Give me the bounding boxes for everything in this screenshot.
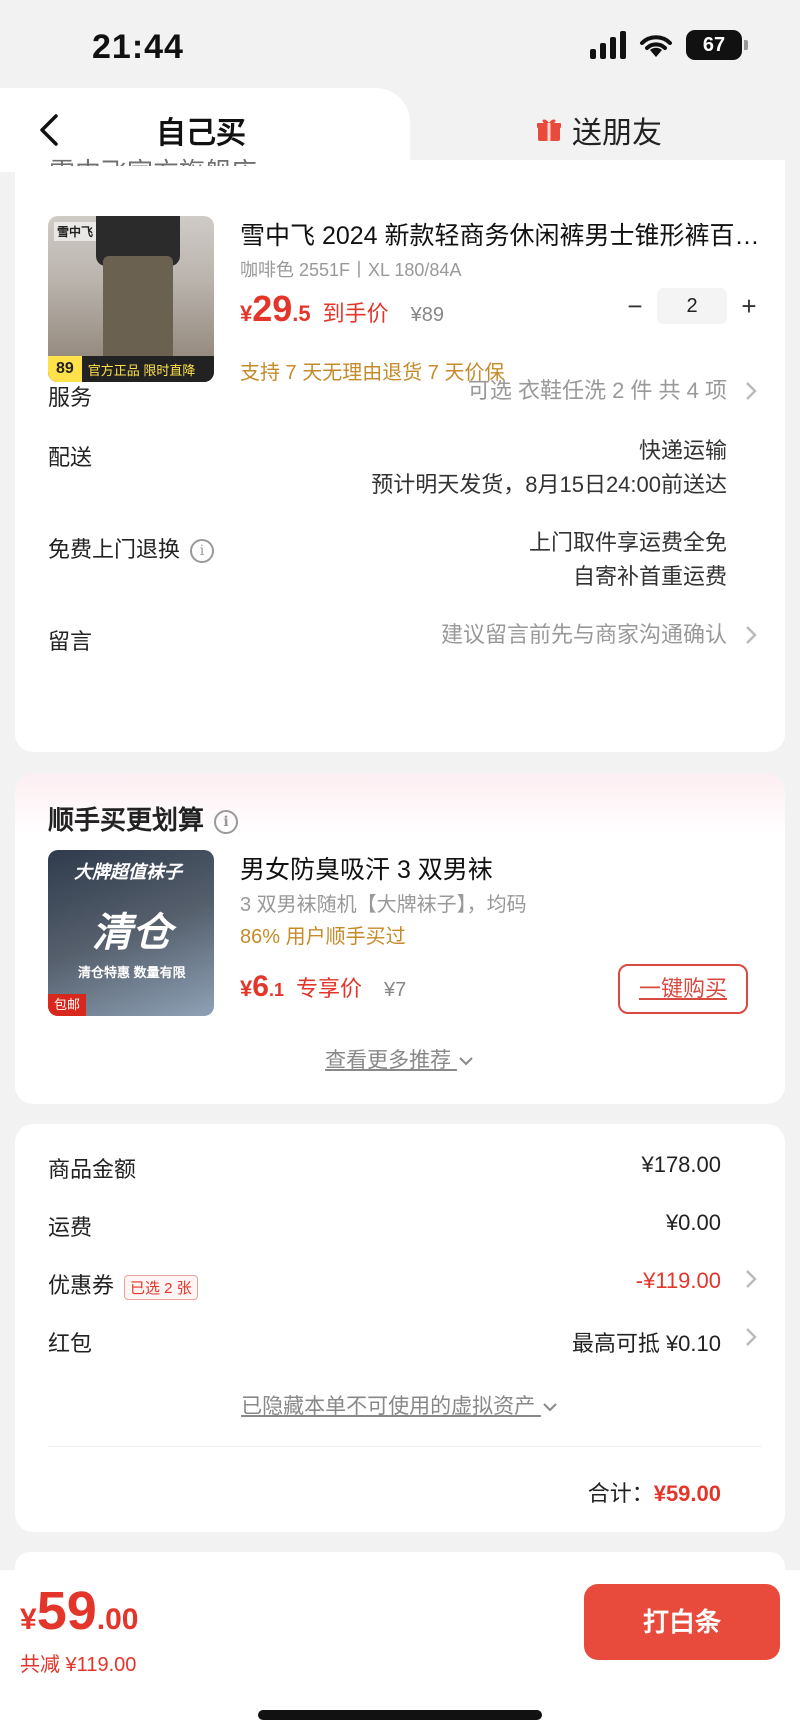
price-label: 到手价	[322, 301, 389, 326]
price-integer: 59	[36, 1581, 97, 1641]
total-label: 合计：	[587, 1481, 654, 1506]
coupon-label: 优惠券 已选 2 张	[48, 1268, 198, 1300]
total-saved: 共减 ¥119.00	[20, 1654, 137, 1676]
return-selfsend: 自寄补首重运费	[572, 564, 727, 589]
order-total: 合计：¥59.00	[588, 1476, 721, 1508]
thumb-line2: 清仓	[92, 911, 172, 955]
message-input[interactable]: 建议留言前先与商家沟通确认	[441, 618, 727, 652]
chevron-right-icon[interactable]	[741, 1264, 761, 1294]
shop-name[interactable]: 雪中飞官方旗舰店	[49, 152, 257, 166]
product-sku[interactable]: 咖啡色 2551F丨XL 180/84A	[240, 256, 461, 282]
chevron-down-icon	[543, 1403, 557, 1412]
return-promise: 支持 7 天无理由退货 7 天价保	[240, 362, 505, 384]
info-icon[interactable]: i	[190, 539, 215, 564]
divider	[48, 1446, 761, 1447]
red-packet-value[interactable]: 最高可抵 ¥0.10	[572, 1326, 721, 1358]
product-price: ¥ 29 .5 到手价 ¥89	[240, 288, 444, 330]
signal-icon	[590, 31, 626, 59]
price-decimal: .1	[268, 980, 284, 1000]
checkout-bar: ¥ 59 .00 共减 ¥119.00 打白条	[0, 1570, 800, 1730]
addon-section-title: 顺手买更划算 i	[48, 800, 239, 837]
addon-title[interactable]: 男女防臭吸汗 3 双男袜	[240, 850, 493, 886]
shipping-value: ¥0.00	[665, 1210, 721, 1235]
order-item-card: 雪中飞官方旗舰店 雪中飞 89 官方正品 限时直降 雪中飞 2024 新款轻商务…	[15, 157, 785, 752]
tab-send-friend[interactable]: 送朋友	[536, 108, 662, 152]
thumb-logo: 雪中飞	[54, 222, 97, 241]
status-time: 21:44	[92, 28, 184, 66]
thumb-price: 89	[48, 356, 82, 382]
price-integer: 6	[252, 970, 269, 1003]
price-currency: ¥	[240, 976, 253, 1001]
thumb-tag: 包邮	[48, 994, 87, 1016]
price-summary-card: 商品金额 ¥178.00 运费 ¥0.00 优惠券 已选 2 张 -¥119.00…	[15, 1124, 785, 1532]
increase-quantity-button[interactable]: +	[727, 291, 771, 322]
back-arrow-icon[interactable]	[30, 110, 70, 150]
addon-thumbnail[interactable]: 大牌超值袜子 清仓 清仓特惠 数量有限 包邮	[48, 850, 214, 1016]
thumb-text: 官方正品 限时直降	[87, 362, 196, 378]
product-title[interactable]: 雪中飞 2024 新款轻商务休闲裤男士锥形裤百…	[240, 216, 770, 252]
goods-amount-label: 商品金额	[48, 1157, 137, 1182]
quantity-input[interactable]: 2	[657, 288, 727, 324]
battery-icon: 67	[686, 30, 748, 60]
pay-button[interactable]: 打白条	[584, 1584, 780, 1660]
delivery-method: 快递运输	[638, 438, 727, 463]
price-decimal: .00	[96, 1603, 139, 1636]
return-pickup: 上门取件享运费全免	[528, 530, 727, 555]
red-packet-label: 红包	[48, 1331, 93, 1356]
price-integer: 29	[252, 288, 293, 329]
original-price: ¥89	[410, 304, 445, 326]
wifi-icon	[640, 35, 672, 57]
shipping-label: 运费	[48, 1215, 93, 1240]
goods-amount-value: ¥178.00	[641, 1152, 721, 1177]
chevron-down-icon	[459, 1057, 473, 1066]
more-recommend-text: 查看更多推荐	[325, 1049, 452, 1072]
message-label: 留言	[48, 629, 93, 654]
more-recommend-link[interactable]: 查看更多推荐	[15, 1044, 785, 1074]
coupon-badge: 已选 2 张	[124, 1274, 198, 1300]
decrease-quantity-button[interactable]: −	[613, 291, 657, 322]
chevron-right-icon[interactable]	[741, 376, 761, 406]
info-icon[interactable]: i	[214, 810, 239, 835]
total-value: ¥59.00	[653, 1481, 721, 1506]
thumb-price-bar: 89 官方正品 限时直降	[48, 356, 214, 382]
addon-recommend-card: 顺手买更划算 i 大牌超值袜子 清仓 清仓特惠 数量有限 包邮 男女防臭吸汗 3 …	[15, 774, 785, 1104]
addon-section-text: 顺手买更划算	[48, 805, 205, 835]
thumb-line1: 大牌超值袜子	[74, 862, 182, 882]
status-icons: 67	[590, 30, 748, 60]
service-label: 服务	[48, 385, 93, 410]
delivery-estimate: 预计明天发货，8月15日24:00前送达	[371, 472, 727, 497]
addon-price: ¥ 6 .1 专享价 ¥7	[240, 970, 406, 1004]
price-label: 专享价	[295, 976, 362, 1001]
status-bar: 21:44 67	[0, 0, 800, 92]
price-currency: ¥	[20, 1603, 37, 1636]
one-click-buy-button[interactable]: 一键购买	[618, 964, 748, 1014]
delivery-label: 配送	[48, 445, 93, 470]
coupon-text: 优惠券	[48, 1273, 115, 1298]
thumb-line3: 清仓特惠 数量有限	[78, 965, 186, 980]
hidden-assets-link[interactable]: 已隐藏本单不可使用的虚拟资产	[15, 1390, 785, 1420]
original-price: ¥7	[383, 979, 407, 1001]
price-decimal: .5	[292, 301, 311, 326]
free-return-label: 免费上门退换 i	[48, 532, 215, 564]
product-thumbnail[interactable]: 雪中飞 89 官方正品 限时直降	[48, 216, 214, 382]
service-value[interactable]: 可选 衣鞋任洗 2 件 共 4 项	[468, 374, 727, 408]
payable-amount: ¥ 59 .00	[20, 1580, 138, 1642]
gift-icon	[537, 119, 561, 141]
home-indicator[interactable]	[258, 1710, 542, 1720]
hidden-assets-text: 已隐藏本单不可使用的虚拟资产	[241, 1395, 536, 1418]
chevron-right-icon[interactable]	[741, 1322, 761, 1352]
price-currency: ¥	[240, 301, 253, 326]
quantity-stepper: − 2 +	[613, 288, 771, 324]
addon-percent: 86% 用户顺手买过	[240, 926, 406, 948]
coupon-value[interactable]: -¥119.00	[636, 1268, 721, 1294]
tab-self-buy-label: 自己买	[156, 117, 246, 150]
chevron-right-icon[interactable]	[741, 620, 761, 650]
addon-sub: 3 双男袜随机【大牌袜子】，均码	[240, 894, 527, 916]
free-return-text: 免费上门退换	[48, 537, 181, 562]
tab-send-friend-label: 送朋友	[572, 117, 662, 150]
